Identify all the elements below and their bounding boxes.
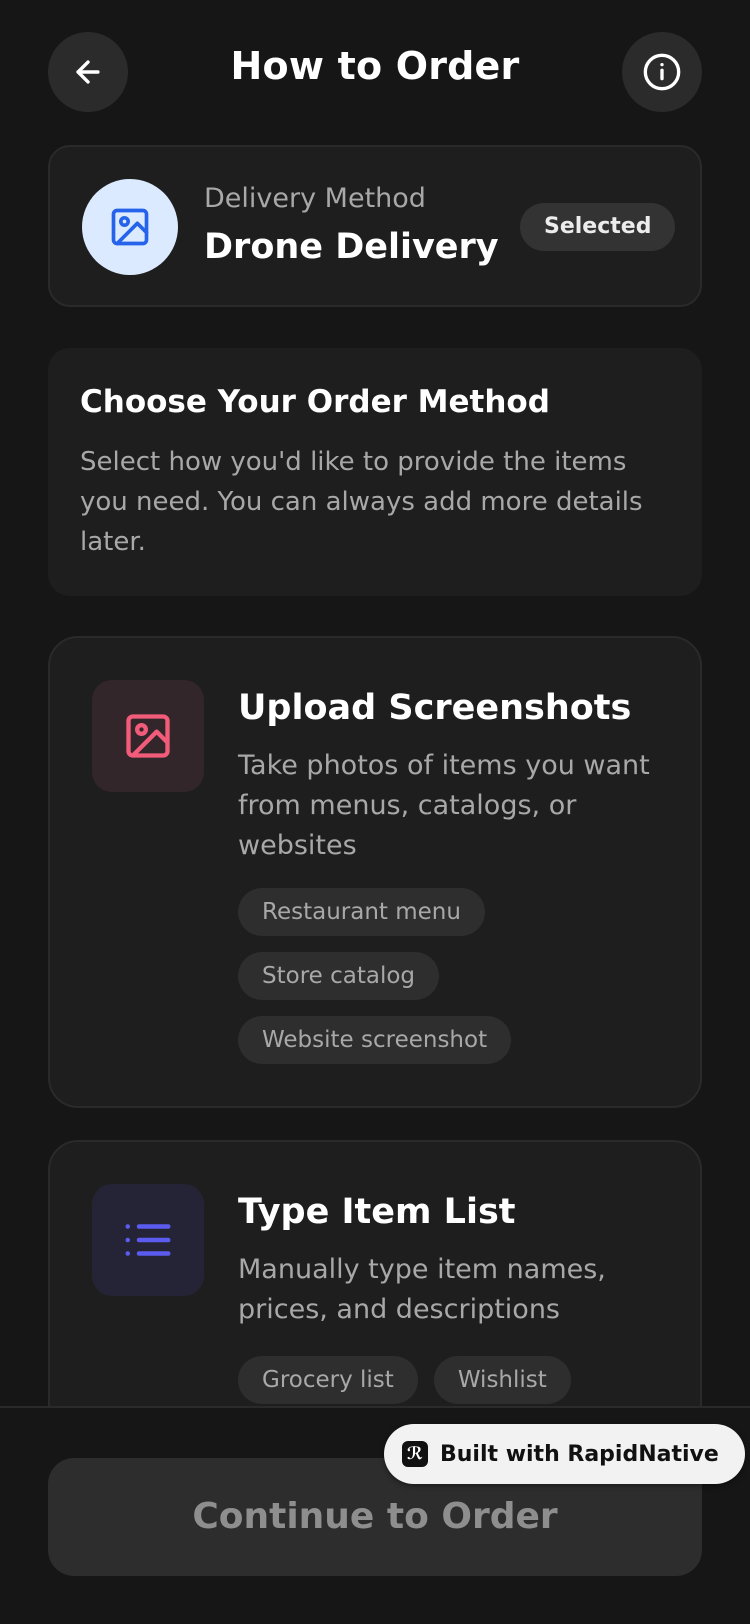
tag-grocery-list: Grocery list <box>238 1356 418 1404</box>
info-icon <box>643 53 681 91</box>
tag-restaurant-menu: Restaurant menu <box>238 888 485 936</box>
header: How to Order <box>0 0 750 145</box>
tag-store-catalog: Store catalog <box>238 952 440 1000</box>
delivery-avatar <box>82 179 178 275</box>
selected-badge: Selected <box>520 203 676 251</box>
option-tags: Grocery list Wishlist <box>238 1356 678 1404</box>
image-icon <box>111 208 149 246</box>
option-title: Upload Screenshots <box>238 688 632 728</box>
delivery-method-label: Delivery Method <box>204 183 426 214</box>
option-description: Manually type item names, prices, and de… <box>238 1254 606 1325</box>
rapidnative-logo-icon: ℛ <box>402 1441 428 1467</box>
info-button[interactable] <box>622 32 702 112</box>
order-method-intro: Choose Your Order Method Select how you'… <box>48 348 702 596</box>
tag-wishlist: Wishlist <box>433 1356 571 1404</box>
option-icon-box <box>92 680 204 792</box>
option-icon-box <box>92 1184 204 1296</box>
delivery-method-card: Delivery Method Drone Delivery Selected <box>48 145 702 307</box>
intro-title: Choose Your Order Method <box>80 384 550 420</box>
built-with-label: Built with RapidNative <box>440 1441 719 1467</box>
list-icon <box>125 1224 171 1256</box>
option-title: Type Item List <box>238 1192 516 1232</box>
option-description: Take photos of items you want from menus… <box>238 750 650 861</box>
image-icon <box>126 714 170 758</box>
tag-website-screenshot: Website screenshot <box>238 1016 512 1064</box>
built-with-badge[interactable]: ℛ Built with RapidNative <box>384 1424 745 1484</box>
option-tags: Restaurant menu Store catalog Website sc… <box>238 888 678 1064</box>
delivery-method-value: Drone Delivery <box>204 227 499 267</box>
intro-text: Select how you'd like to provide the ite… <box>80 447 643 557</box>
option-upload-screenshots[interactable]: Upload Screenshots Take photos of items … <box>48 636 702 1108</box>
